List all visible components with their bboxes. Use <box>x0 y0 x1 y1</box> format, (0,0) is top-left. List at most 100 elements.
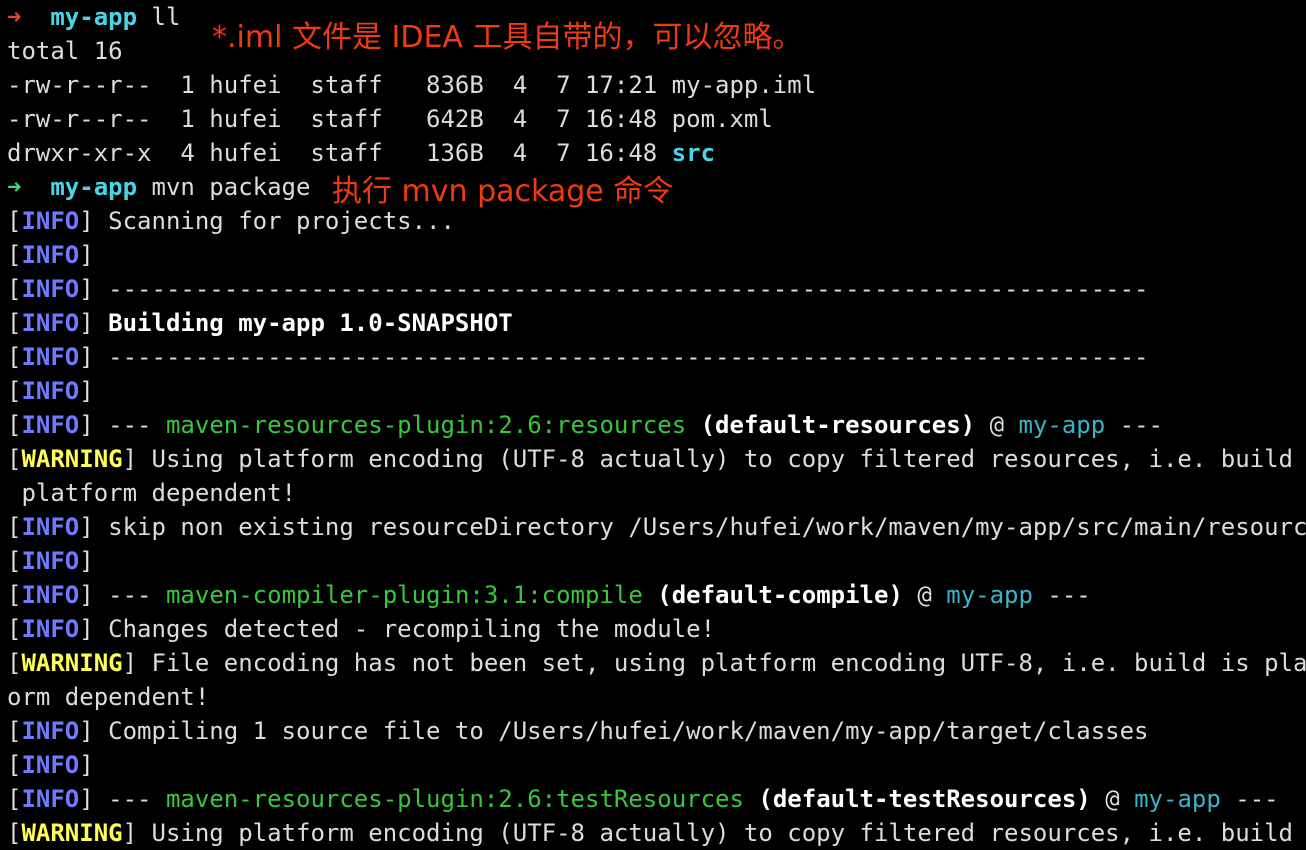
annotation-iml-note: *.iml 文件是 IDEA 工具自带的，可以忽略。 <box>212 20 803 55</box>
artifact-id: my-app <box>1018 411 1106 439</box>
log-text: ----------------------------------------… <box>93 343 1149 371</box>
log-bracket-close: ] <box>79 343 94 371</box>
log-level-info: INFO <box>21 207 80 235</box>
log-text: File encoding has not been set, using pl… <box>137 649 1306 677</box>
prompt-arrow-icon: ➜ <box>7 173 22 201</box>
log-line: [WARNING] Using platform encoding (UTF-8… <box>0 816 1306 850</box>
output-text: -rw-r--r-- 1 hufei staff 836B 4 7 17:21 … <box>7 71 817 99</box>
log-bracket-open: [ <box>7 309 22 337</box>
log-text: skip non existing resourceDirectory /Use… <box>93 513 1306 541</box>
log-bracket-open: [ <box>7 513 22 541</box>
prompt-command: mvn package <box>137 173 311 201</box>
log-line: [INFO] Compiling 1 source file to /Users… <box>0 714 1306 748</box>
dashes: --- <box>108 581 152 609</box>
log-level-info: INFO <box>21 581 80 609</box>
artifact-id: my-app <box>946 581 1033 609</box>
at-sign: @ <box>989 411 1005 439</box>
log-bracket-open: [ <box>7 649 22 677</box>
log-level-info: INFO <box>21 377 80 405</box>
log-bracket-open: [ <box>7 445 22 473</box>
log-continuation-line: platform dependent! <box>0 476 1306 510</box>
execution-id: (default-testResources) <box>758 785 1091 813</box>
log-level-warning: WARNING <box>21 445 123 473</box>
prompt-arrow-icon: ➜ <box>7 3 22 31</box>
artifact-id: my-app <box>1134 785 1221 813</box>
log-line: [INFO] <box>0 748 1306 782</box>
log-level-warning: WARNING <box>21 649 123 677</box>
log-bracket-close: ] <box>79 615 94 643</box>
log-bracket-close: ] <box>79 411 94 439</box>
log-text-bold: Building my-app 1.0-SNAPSHOT <box>93 309 513 337</box>
output-line: -rw-r--r-- 1 hufei staff 836B 4 7 17:21 … <box>0 68 1306 102</box>
log-line: [WARNING] Using platform encoding (UTF-8… <box>0 442 1306 476</box>
dashes: --- <box>1119 411 1164 439</box>
log-bracket-close: ] <box>122 445 138 473</box>
log-text: Scanning for projects... <box>93 207 455 235</box>
output-text: total 16 <box>7 37 123 65</box>
prompt-directory: my-app <box>50 173 138 201</box>
ls-entry-line: drwxr-xr-x 4 hufei staff 136B 4 7 16:48 … <box>0 136 1306 170</box>
log-line: [INFO] Building my-app 1.0-SNAPSHOT <box>0 306 1306 340</box>
log-bracket-close: ] <box>79 547 94 575</box>
plugin-goal: maven-compiler-plugin:3.1:compile <box>165 581 643 609</box>
prompt-directory: my-app <box>50 3 138 31</box>
log-bracket-open: [ <box>7 717 22 745</box>
log-bracket-close: ] <box>79 751 94 779</box>
log-bracket-open: [ <box>7 411 22 439</box>
log-bracket-open: [ <box>7 751 22 779</box>
log-line: [WARNING] File encoding has not been set… <box>0 646 1306 680</box>
log-bracket-close: ] <box>79 785 94 813</box>
plugin-execution-line: [INFO] --- maven-resources-plugin:2.6:te… <box>0 782 1306 816</box>
log-level-info: INFO <box>21 343 80 371</box>
log-level-info: INFO <box>21 717 80 745</box>
log-bracket-close: ] <box>79 275 94 303</box>
dashes: --- <box>108 411 152 439</box>
output-line: -rw-r--r-- 1 hufei staff 642B 4 7 16:48 … <box>0 102 1306 136</box>
plugin-execution-line: [INFO] --- maven-resources-plugin:2.6:re… <box>0 408 1306 442</box>
log-bracket-close: ] <box>79 717 94 745</box>
at-sign: @ <box>917 581 932 609</box>
log-bracket-close: ] <box>79 513 94 541</box>
plugin-goal: maven-resources-plugin:2.6:testResources <box>165 785 744 813</box>
plugin-execution-line: [INFO] --- maven-compiler-plugin:3.1:com… <box>0 578 1306 612</box>
plugin-goal: maven-resources-plugin:2.6:resources <box>165 411 687 439</box>
log-text: ----------------------------------------… <box>93 275 1149 303</box>
directory-name: src <box>671 139 716 167</box>
log-line: [INFO] <box>0 238 1306 272</box>
log-level-info: INFO <box>21 547 80 575</box>
log-level-info: INFO <box>21 513 80 541</box>
log-continuation-line: orm dependent! <box>0 680 1306 714</box>
log-bracket-close: ] <box>79 377 94 405</box>
log-text: orm dependent! <box>7 683 210 711</box>
log-bracket-open: [ <box>7 785 22 813</box>
execution-id: (default-resources) <box>700 411 976 439</box>
log-bracket-open: [ <box>7 581 22 609</box>
log-level-info: INFO <box>21 615 80 643</box>
log-line: [INFO] ---------------------------------… <box>0 340 1306 374</box>
log-level-info: INFO <box>21 411 80 439</box>
log-line: [INFO] <box>0 544 1306 578</box>
log-level-warning: WARNING <box>21 819 123 847</box>
prompt-command: ll <box>137 3 181 31</box>
dashes: --- <box>1047 581 1091 609</box>
log-level-info: INFO <box>21 241 80 269</box>
annotation-package-note: 执行 mvn package 命令 <box>332 174 674 209</box>
execution-id: (default-compile) <box>657 581 903 609</box>
log-bracket-close: ] <box>79 309 94 337</box>
terminal-window[interactable]: ➜ my-app ll total 16 -rw-r--r-- 1 hufei st… <box>0 0 1306 850</box>
log-bracket-open: [ <box>7 547 22 575</box>
log-bracket-open: [ <box>7 819 22 847</box>
log-bracket-open: [ <box>7 377 22 405</box>
log-text: Compiling 1 source file to /Users/hufei/… <box>93 717 1149 745</box>
dashes: --- <box>1235 785 1279 813</box>
log-text: platform dependent! <box>7 479 296 507</box>
log-line: [INFO] <box>0 374 1306 408</box>
dashes: --- <box>108 785 152 813</box>
log-bracket-open: [ <box>7 241 22 269</box>
log-bracket-close: ] <box>122 819 138 847</box>
log-line: [INFO] ---------------------------------… <box>0 272 1306 306</box>
log-level-info: INFO <box>21 785 80 813</box>
output-text: -rw-r--r-- 1 hufei staff 642B 4 7 16:48 … <box>7 105 773 133</box>
log-bracket-close: ] <box>79 207 94 235</box>
at-sign: @ <box>1105 785 1120 813</box>
